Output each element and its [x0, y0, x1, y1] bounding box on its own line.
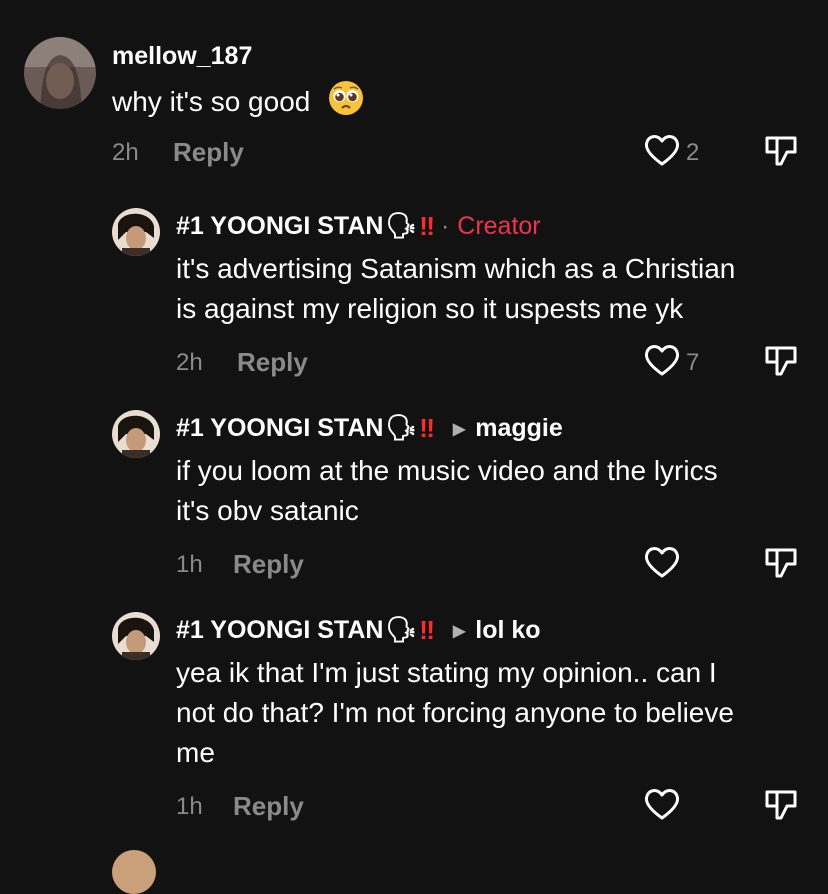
heart-icon [644, 787, 680, 826]
thumbs-down-icon [765, 548, 797, 578]
avatar[interactable] [112, 410, 160, 458]
double-exclamation-icon: ‼ [419, 413, 435, 443]
separator: · [440, 212, 450, 240]
comment-text-line: me [176, 737, 215, 768]
replied-to-user[interactable]: lol ko [475, 616, 540, 645]
creator-badge: Creator [457, 212, 541, 240]
comment-text: yea ik that I'm just stating my opinion.… [176, 653, 734, 773]
heart-icon [644, 133, 680, 172]
avatar[interactable] [24, 37, 96, 109]
next-comment-avatar[interactable] [112, 850, 156, 894]
reply-arrow-icon: ▶ [452, 420, 466, 438]
comment-time: 2h [112, 139, 139, 166]
dislike-button[interactable] [764, 344, 798, 383]
comment-text: if you loom at the music video and the l… [176, 451, 718, 531]
like-button[interactable]: 7 [644, 343, 699, 382]
dislike-button[interactable] [764, 546, 798, 585]
reply-button[interactable]: Reply [237, 347, 308, 378]
username-text: #1 YOONGI STAN [176, 212, 384, 240]
username[interactable]: #1 YOONGI STAN 🗣 ‼ ▶ lol ko [176, 615, 541, 646]
like-button[interactable] [644, 545, 686, 584]
comment-text-line: it's obv satanic [176, 495, 359, 526]
heart-icon [644, 343, 680, 382]
thumbs-down-icon [765, 346, 797, 376]
reply-button[interactable]: Reply [233, 549, 304, 580]
speaking-head-icon: 🗣 [385, 414, 418, 442]
reply-arrow-icon: ▶ [452, 622, 466, 640]
comment-text: it's advertising Satanism which as a Chr… [176, 249, 735, 329]
avatar[interactable] [112, 612, 160, 660]
replied-to-user[interactable]: maggie [475, 414, 563, 443]
like-button[interactable]: 2 [644, 133, 699, 172]
comment-text-line: yea ik that I'm just stating my opinion.… [176, 657, 717, 688]
speaking-head-icon: 🗣 [385, 212, 418, 240]
comment-text-line: is against my religion so it uspests me … [176, 293, 684, 324]
username[interactable]: mellow_187 [112, 42, 252, 71]
comment-text: why it's so good [112, 80, 364, 127]
comment-text-line: not do that? I'm not forcing anyone to b… [176, 697, 734, 728]
comment-text-line: why it's so good [112, 85, 311, 117]
avatar[interactable] [112, 208, 160, 256]
comment-time: 1h [176, 551, 203, 578]
speaking-head-icon: 🗣 [385, 616, 418, 644]
username[interactable]: #1 YOONGI STAN 🗣 ‼ ▶ maggie [176, 413, 563, 444]
pleading-face-icon [328, 80, 364, 127]
comment-time: 2h [176, 349, 203, 376]
double-exclamation-icon: ‼ [419, 615, 435, 645]
heart-icon [644, 545, 680, 584]
dislike-button[interactable] [764, 134, 798, 173]
username[interactable]: #1 YOONGI STAN 🗣 ‼ · Creator [176, 211, 541, 242]
like-button[interactable] [644, 787, 686, 826]
dislike-button[interactable] [764, 788, 798, 827]
username-text: #1 YOONGI STAN [176, 616, 384, 644]
like-count: 7 [686, 348, 700, 376]
reply-button[interactable]: Reply [233, 791, 304, 822]
reply-button[interactable]: Reply [173, 137, 244, 168]
comment-time: 1h [176, 793, 203, 820]
thumbs-down-icon [765, 790, 797, 820]
comment-text-line: if you loom at the music video and the l… [176, 455, 718, 486]
double-exclamation-icon: ‼ [419, 211, 435, 241]
like-count: 2 [686, 138, 700, 166]
comment-text-line: it's advertising Satanism which as a Chr… [176, 253, 736, 284]
thumbs-down-icon [765, 136, 797, 166]
username-text: #1 YOONGI STAN [176, 414, 384, 442]
